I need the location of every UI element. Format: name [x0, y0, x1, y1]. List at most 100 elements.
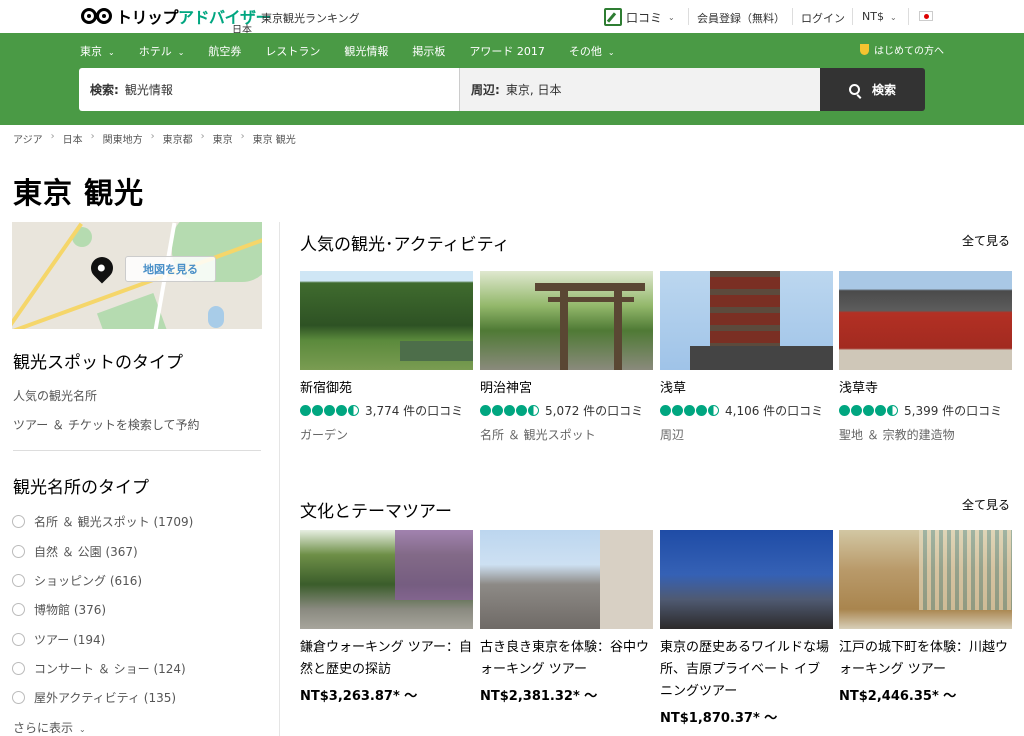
- attraction-card[interactable]: 浅草 4,106 件の口コミ 周辺: [660, 271, 833, 443]
- top-bar: トリップアドバイザー 日本 東京観光ランキング 口コミ ⌄ 会員登録（無料） ロ…: [0, 0, 1024, 36]
- popular-see-all-link[interactable]: 全て見る: [962, 232, 1010, 249]
- tour-photo[interactable]: [660, 530, 833, 629]
- location-label: 周辺:: [471, 83, 500, 97]
- filter-nature[interactable]: 自然 ＆ 公園 (367): [12, 543, 138, 560]
- tour-photo[interactable]: [480, 530, 653, 629]
- popular-attractions-link[interactable]: 人気の観光名所: [13, 387, 97, 404]
- map-thumbnail[interactable]: 地図を見る: [12, 222, 262, 329]
- first-visit-label: はじめての方へ: [874, 46, 944, 57]
- view-map-button[interactable]: 地図を見る: [125, 256, 216, 282]
- tour-photo[interactable]: [839, 530, 1012, 629]
- nav-item-hotels[interactable]: ホテル ⌄: [139, 43, 185, 59]
- tour-price: NT$2,446.35* 〜: [839, 689, 957, 704]
- radio-button[interactable]: [12, 633, 25, 646]
- breadcrumb-asia[interactable]: アジア: [13, 131, 43, 146]
- divider: [852, 8, 853, 25]
- divider: [908, 8, 909, 25]
- radio-button[interactable]: [12, 662, 25, 675]
- attraction-name[interactable]: 新宿御苑: [300, 378, 473, 400]
- nav-item-restaurants[interactable]: レストラン: [265, 43, 320, 59]
- login-link[interactable]: ログイン: [801, 10, 845, 26]
- column-divider: [279, 222, 280, 736]
- chevron-down-icon: ⌄: [79, 725, 86, 734]
- nav-item-awards[interactable]: アワード 2017: [469, 43, 545, 59]
- chevron-right-icon: ›: [50, 131, 55, 142]
- tour-card[interactable]: 江戸の城下町を体験：川越ウォーキング ツアー NT$2,446.35* 〜: [839, 530, 1012, 704]
- attraction-name[interactable]: 浅草: [660, 378, 833, 400]
- radio-button[interactable]: [12, 574, 25, 587]
- attraction-card[interactable]: 浅草寺 5,399 件の口コミ 聖地 ＆ 宗教的建造物: [839, 271, 1012, 443]
- nav-item-tokyo[interactable]: 東京 ⌄: [80, 43, 115, 59]
- nav-item-attractions[interactable]: 観光情報: [344, 43, 388, 59]
- breadcrumb-tokyo[interactable]: 東京: [213, 131, 233, 146]
- attraction-name[interactable]: 明治神宮: [480, 378, 653, 400]
- review-count[interactable]: 4,106 件の口コミ: [725, 402, 823, 419]
- attraction-name[interactable]: 浅草寺: [839, 378, 1012, 400]
- radio-button[interactable]: [12, 515, 25, 528]
- show-more-link[interactable]: さらに表示 ⌄: [13, 719, 86, 736]
- tour-card[interactable]: 鎌倉ウォーキング ツアー：自然と歴史の探訪 NT$3,263.87* 〜: [300, 530, 473, 704]
- attraction-category: 名所 ＆ 観光スポット: [480, 428, 596, 442]
- tour-price: NT$1,870.37* 〜: [660, 711, 778, 726]
- tour-name[interactable]: 江戸の城下町を体験：川越ウォーキング ツアー: [839, 637, 1012, 681]
- filter-concerts[interactable]: コンサート ＆ ショー (124): [12, 660, 186, 677]
- register-link[interactable]: 会員登録（無料）: [697, 10, 785, 26]
- search-button-label: 検索: [871, 83, 896, 97]
- chevron-right-icon: ›: [240, 131, 245, 142]
- tour-name[interactable]: 古き良き東京を体験：谷中ウォーキング ツアー: [480, 637, 653, 681]
- japan-flag-icon[interactable]: [919, 11, 933, 21]
- attraction-photo[interactable]: [480, 271, 653, 370]
- radio-button[interactable]: [12, 603, 25, 616]
- tour-card[interactable]: 東京の歴史あるワイルドな場所、吉原プライベート イブニングツアー NT$1,87…: [660, 530, 833, 726]
- rating-row: 5,072 件の口コミ: [480, 400, 653, 420]
- tour-name[interactable]: 鎌倉ウォーキング ツアー：自然と歴史の探訪: [300, 637, 473, 681]
- review-count[interactable]: 5,072 件の口コミ: [545, 402, 643, 419]
- popular-section-title: 人気の観光･アクティビティ: [300, 235, 510, 255]
- tours-tickets-link[interactable]: ツアー ＆ チケットを検索して予約: [13, 416, 200, 433]
- filter-museums[interactable]: 博物館 (376): [12, 601, 106, 618]
- attraction-photo[interactable]: [300, 271, 473, 370]
- nav-item-forum[interactable]: 掲示板: [412, 43, 445, 59]
- review-count[interactable]: 5,399 件の口コミ: [904, 402, 1002, 419]
- location-value: 東京, 日本: [505, 83, 562, 97]
- chevron-down-icon: ⌄: [889, 13, 897, 22]
- nav-item-more[interactable]: その他 ⌄: [569, 43, 615, 59]
- attraction-card[interactable]: 明治神宮 5,072 件の口コミ 名所 ＆ 観光スポット: [480, 271, 653, 443]
- search-bar: 検索: 観光情報 周辺: 東京, 日本 検索: [79, 68, 925, 111]
- nav-item-flights[interactable]: 航空券: [208, 43, 241, 59]
- review-count[interactable]: 3,774 件の口コミ: [365, 402, 463, 419]
- filter-label: ツアー (194): [34, 633, 106, 647]
- location-input[interactable]: 周辺: 東京, 日本: [460, 68, 820, 111]
- filter-label: ショッピング (616): [34, 574, 143, 588]
- tour-photo[interactable]: [300, 530, 473, 629]
- divider: [13, 450, 261, 451]
- breadcrumb-japan[interactable]: 日本: [63, 131, 83, 146]
- radio-button[interactable]: [12, 545, 25, 558]
- breadcrumb-kanto[interactable]: 関東地方: [103, 131, 143, 146]
- chevron-right-icon: ›: [200, 131, 205, 142]
- currency-selector[interactable]: NT$ ⌄: [862, 10, 897, 23]
- filter-outdoor[interactable]: 屋外アクティビティ (135): [12, 689, 176, 706]
- breadcrumb: アジア › 日本 › 関東地方 › 東京都 › 東京 › 東京 観光: [13, 131, 296, 146]
- shield-icon: [860, 44, 869, 55]
- search-input[interactable]: 検索: 観光情報: [79, 68, 460, 111]
- map-pin-icon: [86, 252, 118, 284]
- radio-button[interactable]: [12, 691, 25, 704]
- filter-tours[interactable]: ツアー (194): [12, 631, 105, 648]
- breadcrumb-tokyo-pref[interactable]: 東京都: [163, 131, 193, 146]
- attraction-types-heading: 観光スポットのタイプ: [13, 353, 183, 373]
- attraction-photo[interactable]: [839, 271, 1012, 370]
- first-visit-link[interactable]: はじめての方へ: [860, 42, 944, 57]
- search-icon: [848, 84, 860, 95]
- tour-card[interactable]: 古き良き東京を体験：谷中ウォーキング ツアー NT$2,381.32* 〜: [480, 530, 653, 704]
- tours-see-all-link[interactable]: 全て見る: [962, 496, 1010, 513]
- attraction-card[interactable]: 新宿御苑 3,774 件の口コミ ガーデン: [300, 271, 473, 443]
- filter-landmarks[interactable]: 名所 ＆ 観光スポット (1709): [12, 513, 193, 530]
- search-button[interactable]: 検索: [820, 68, 925, 111]
- attraction-photo[interactable]: [660, 271, 833, 370]
- tour-price: NT$2,381.32* 〜: [480, 689, 598, 704]
- tour-name[interactable]: 東京の歴史あるワイルドな場所、吉原プライベート イブニングツアー: [660, 637, 833, 703]
- bubble-rating-icon: [300, 404, 360, 416]
- filter-shopping[interactable]: ショッピング (616): [12, 572, 142, 589]
- chevron-right-icon: ›: [150, 131, 155, 142]
